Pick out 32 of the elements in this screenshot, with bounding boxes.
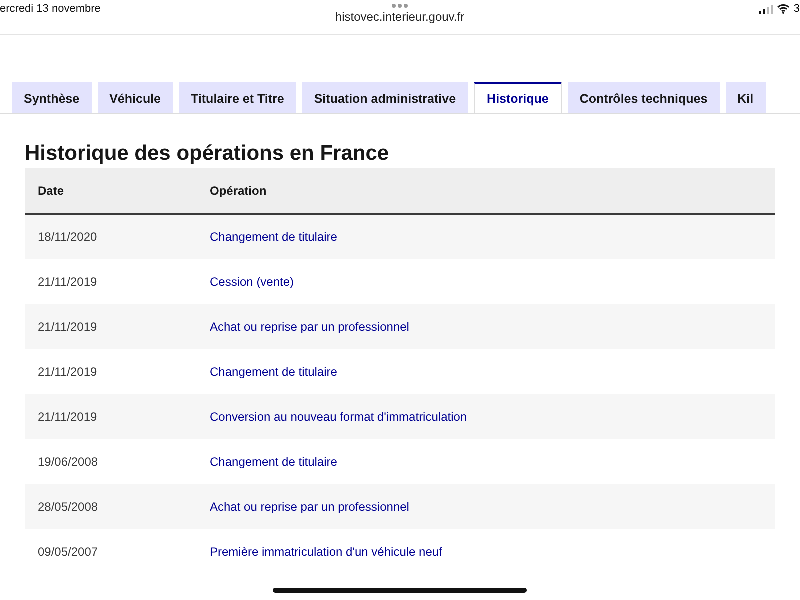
operation-link[interactable]: Changement de titulaire — [197, 439, 775, 484]
tab[interactable]: Situation administrative — [302, 82, 468, 113]
date-cell: 28/05/2008 — [25, 484, 197, 529]
date-cell: 21/11/2019 — [25, 349, 197, 394]
tab[interactable]: Titulaire et Titre — [179, 82, 296, 113]
date-cell: 21/11/2019 — [25, 304, 197, 349]
tab[interactable]: Historique — [474, 82, 562, 113]
status-date: ercredi 13 novembre — [0, 3, 102, 15]
operation-link[interactable]: Achat ou reprise par un professionnel — [197, 304, 775, 349]
operation-link[interactable]: Changement de titulaire — [197, 349, 775, 394]
tab[interactable]: Contrôles techniques — [568, 82, 720, 113]
column-header: Date — [25, 168, 197, 214]
operation-link[interactable]: Changement de titulaire — [197, 214, 775, 259]
tab[interactable]: Kil — [726, 82, 766, 113]
operation-link[interactable]: Achat ou reprise par un professionnel — [197, 484, 775, 529]
date-cell: 09/05/2007 — [25, 529, 197, 574]
operation-link[interactable]: Conversion au nouveau format d'immatriculation — [197, 394, 775, 439]
column-header: Opération — [197, 168, 775, 214]
section-title: Historique des opérations en France — [25, 142, 390, 166]
wifi-icon — [776, 4, 790, 14]
battery-text: 3 — [794, 3, 800, 15]
date-cell: 19/06/2008 — [25, 439, 197, 484]
tab[interactable]: Véhicule — [98, 82, 174, 113]
url-text: histovec.interieur.gouv.fr — [335, 10, 465, 24]
date-cell: 21/11/2019 — [25, 394, 197, 439]
date-cell: 21/11/2019 — [25, 259, 197, 304]
operation-link[interactable]: Première immatriculation d'un véhicule neuf — [197, 529, 775, 574]
more-icon — [391, 3, 409, 9]
operation-link[interactable]: Cession (vente) — [197, 259, 775, 304]
tab[interactable]: Synthèse — [12, 82, 92, 113]
signal-icon — [758, 4, 773, 14]
date-cell: 18/11/2020 — [25, 214, 197, 259]
